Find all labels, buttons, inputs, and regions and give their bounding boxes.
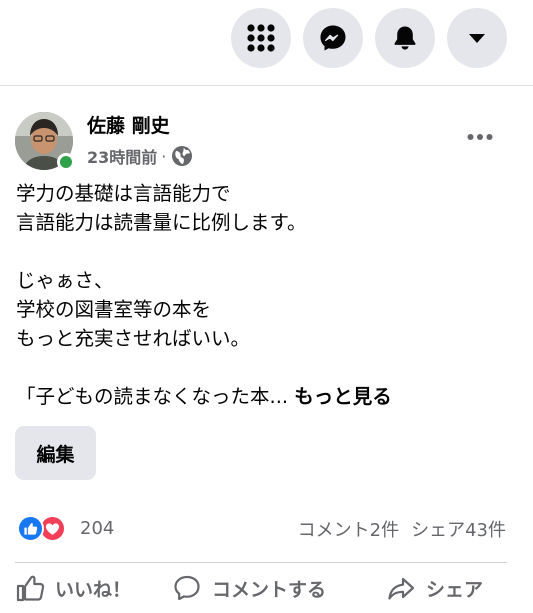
post-text-line: [16, 353, 516, 382]
post-meta: 23時間前 ·: [87, 144, 193, 168]
post-actions-bar: いいね！ コメントする シェア: [0, 567, 533, 613]
see-more-link[interactable]: もっと見る: [294, 385, 392, 408]
feed-post: 佐藤 剛史 23時間前 · 学力の基礎は言語能力で 言語能力は読書量に比例します…: [0, 87, 533, 613]
share-label: シェア: [426, 578, 484, 601]
post-text-line: 学校の図書室等の本を: [16, 298, 212, 321]
menu-grid-icon: [247, 24, 275, 52]
post-text-last-line: 「子どもの読まなくなった本... もっと見る: [16, 382, 516, 411]
post-text-line: [16, 237, 516, 266]
like-label: いいね！: [55, 578, 132, 601]
thumbs-up-icon: [16, 575, 45, 602]
globe-icon[interactable]: [171, 145, 193, 167]
comments-count-link[interactable]: コメント2件: [298, 516, 399, 542]
reactions-summary[interactable]: 204: [17, 515, 114, 542]
meta-separator: ·: [161, 146, 167, 166]
like-button[interactable]: いいね！: [15, 573, 131, 603]
shares-count-link[interactable]: シェア43件: [411, 516, 506, 542]
share-button[interactable]: シェア: [386, 573, 483, 603]
reactions-count: 204: [80, 518, 115, 539]
bell-icon: [394, 26, 416, 50]
online-status-dot: [57, 153, 75, 171]
share-arrow-icon: [388, 577, 415, 600]
menu-button[interactable]: [231, 8, 291, 68]
edit-button[interactable]: 編集: [15, 426, 96, 480]
post-text-line: 言語能力は読書量に比例します。: [16, 211, 307, 234]
messenger-icon: [320, 25, 346, 51]
post-text-line: もっと充実させればいい。: [16, 327, 251, 350]
like-reaction-icon: [17, 515, 44, 542]
post-options-button[interactable]: [458, 117, 502, 157]
post-text-line: じゃぁさ、: [16, 269, 114, 292]
notifications-button[interactable]: [375, 8, 435, 68]
post-text-truncated: 「子どもの読まなくなった本...: [16, 385, 295, 408]
post-timestamp[interactable]: 23時間前: [87, 144, 157, 168]
engagement-counts: コメント2件 シェア43件: [298, 516, 506, 542]
heart-glyph: [45, 522, 60, 535]
top-navigation-bar: [0, 0, 533, 86]
comment-bubble-icon: [174, 575, 200, 601]
more-dots-icon: [467, 134, 493, 140]
account-menu-button[interactable]: [447, 8, 507, 68]
post-text: 学力の基礎は言語能力で 言語能力は読書量に比例します。 じゃぁさ、 学校の図書室…: [16, 179, 516, 411]
caret-down-icon: [469, 34, 485, 43]
comment-button[interactable]: コメントする: [172, 573, 326, 603]
author-name[interactable]: 佐藤 剛史: [87, 111, 170, 138]
post-text-line: 学力の基礎は言語能力で: [16, 182, 231, 205]
messenger-button[interactable]: [303, 8, 363, 68]
thumbs-up-glyph: [24, 522, 38, 535]
comment-label: コメントする: [212, 578, 327, 601]
actions-divider: [15, 562, 507, 563]
